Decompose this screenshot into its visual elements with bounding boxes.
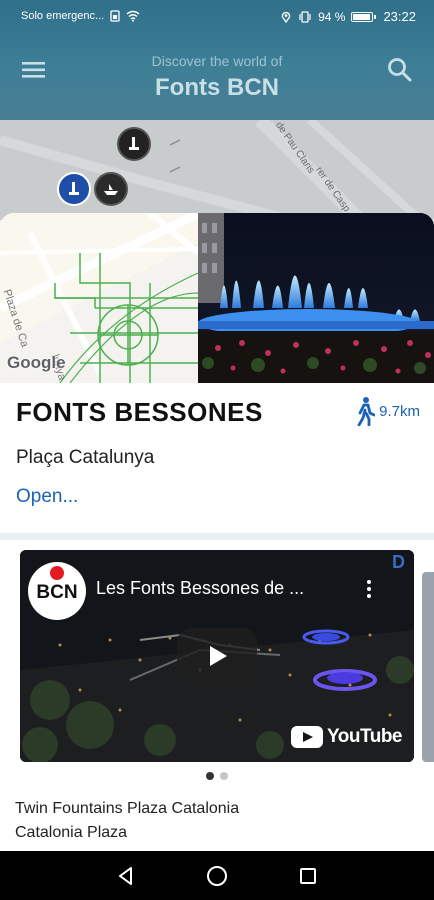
search-icon — [388, 58, 412, 82]
fountain-photo[interactable] — [198, 213, 434, 383]
nav-recents-button[interactable] — [293, 861, 323, 891]
video-caption: Twin Fountains Plaza Catalonia Catalonia… — [15, 797, 239, 845]
next-video-peek[interactable] — [422, 572, 434, 762]
play-icon — [210, 646, 227, 666]
video-more-button[interactable] — [365, 580, 373, 602]
header-title: Fonts BCN — [155, 74, 279, 101]
caption-line: Catalonia Plaza — [15, 824, 128, 841]
fountain-icon — [69, 182, 79, 195]
play-button[interactable] — [177, 628, 257, 684]
boat-fountain-icon — [104, 184, 118, 195]
distance: 9.7km — [355, 396, 420, 426]
fountain-location: Plaça Catalunya — [16, 447, 155, 468]
mini-map[interactable]: Plaza de Ca lunya Google — [0, 213, 198, 383]
fountain-marker-selected[interactable] — [57, 172, 91, 206]
location-icon — [281, 11, 291, 23]
youtube-logo[interactable]: YouTube — [291, 726, 402, 748]
background-map[interactable]: de Pau Claris rer de Casp — [0, 120, 434, 220]
battery-icon — [351, 11, 377, 22]
nav-home-button[interactable] — [202, 861, 232, 891]
sim-icon — [110, 10, 120, 22]
fountain-card: Plaza de Ca lunya Google FONTS BESSONES … — [0, 213, 434, 533]
video-section: BCN Les Fonts Bessones de ... YouTube D … — [0, 533, 434, 851]
vibrate-icon — [299, 10, 311, 23]
header-subtitle: Discover the world of — [151, 53, 283, 69]
carrier-text: Solo emergenc... — [21, 10, 105, 22]
system-nav-bar — [0, 851, 434, 900]
wifi-icon — [126, 10, 140, 22]
walking-icon — [357, 397, 376, 426]
video-thumbnail[interactable]: BCN Les Fonts Bessones de ... YouTube — [20, 550, 414, 762]
search-button[interactable] — [386, 56, 414, 84]
distance-value: 9.7km — [379, 402, 420, 420]
open-link[interactable]: Open... — [16, 486, 78, 508]
battery-percent: 94 % — [318, 9, 346, 24]
home-icon — [206, 865, 227, 886]
fountain-photo-image — [198, 213, 434, 383]
carousel-dot[interactable] — [206, 772, 214, 780]
youtube-label: YouTube — [327, 726, 402, 747]
fountain-name: FONTS BESSONES — [16, 397, 263, 427]
status-right: 94 % 23:22 — [280, 9, 416, 24]
status-bar: Solo emergenc... 94 % 23:22 — [0, 0, 434, 34]
carousel-dot[interactable] — [220, 772, 228, 780]
fountain-icon — [129, 137, 139, 150]
app-header: Solo emergenc... 94 % 23:22 Discover the… — [0, 0, 434, 120]
status-left: Solo emergenc... — [21, 10, 140, 22]
next-video-label: D — [392, 552, 405, 572]
fountain-marker[interactable] — [94, 172, 128, 206]
youtube-icon — [291, 726, 324, 748]
video-title[interactable]: Les Fonts Bessones de ... — [96, 578, 304, 599]
nav-back-button[interactable] — [111, 861, 141, 891]
map-roads — [0, 120, 423, 220]
fountain-marker[interactable] — [117, 127, 151, 161]
recents-icon — [300, 867, 317, 884]
clock: 23:22 — [383, 9, 416, 24]
caption-line: Twin Fountains Plaza Catalonia — [15, 800, 240, 817]
channel-logo-text: BCN — [36, 582, 78, 603]
channel-logo[interactable]: BCN — [28, 562, 86, 620]
bcn-dot-icon — [50, 566, 64, 580]
carousel-dots — [0, 772, 434, 780]
back-icon — [118, 866, 132, 885]
google-attribution: Google — [7, 353, 66, 372]
